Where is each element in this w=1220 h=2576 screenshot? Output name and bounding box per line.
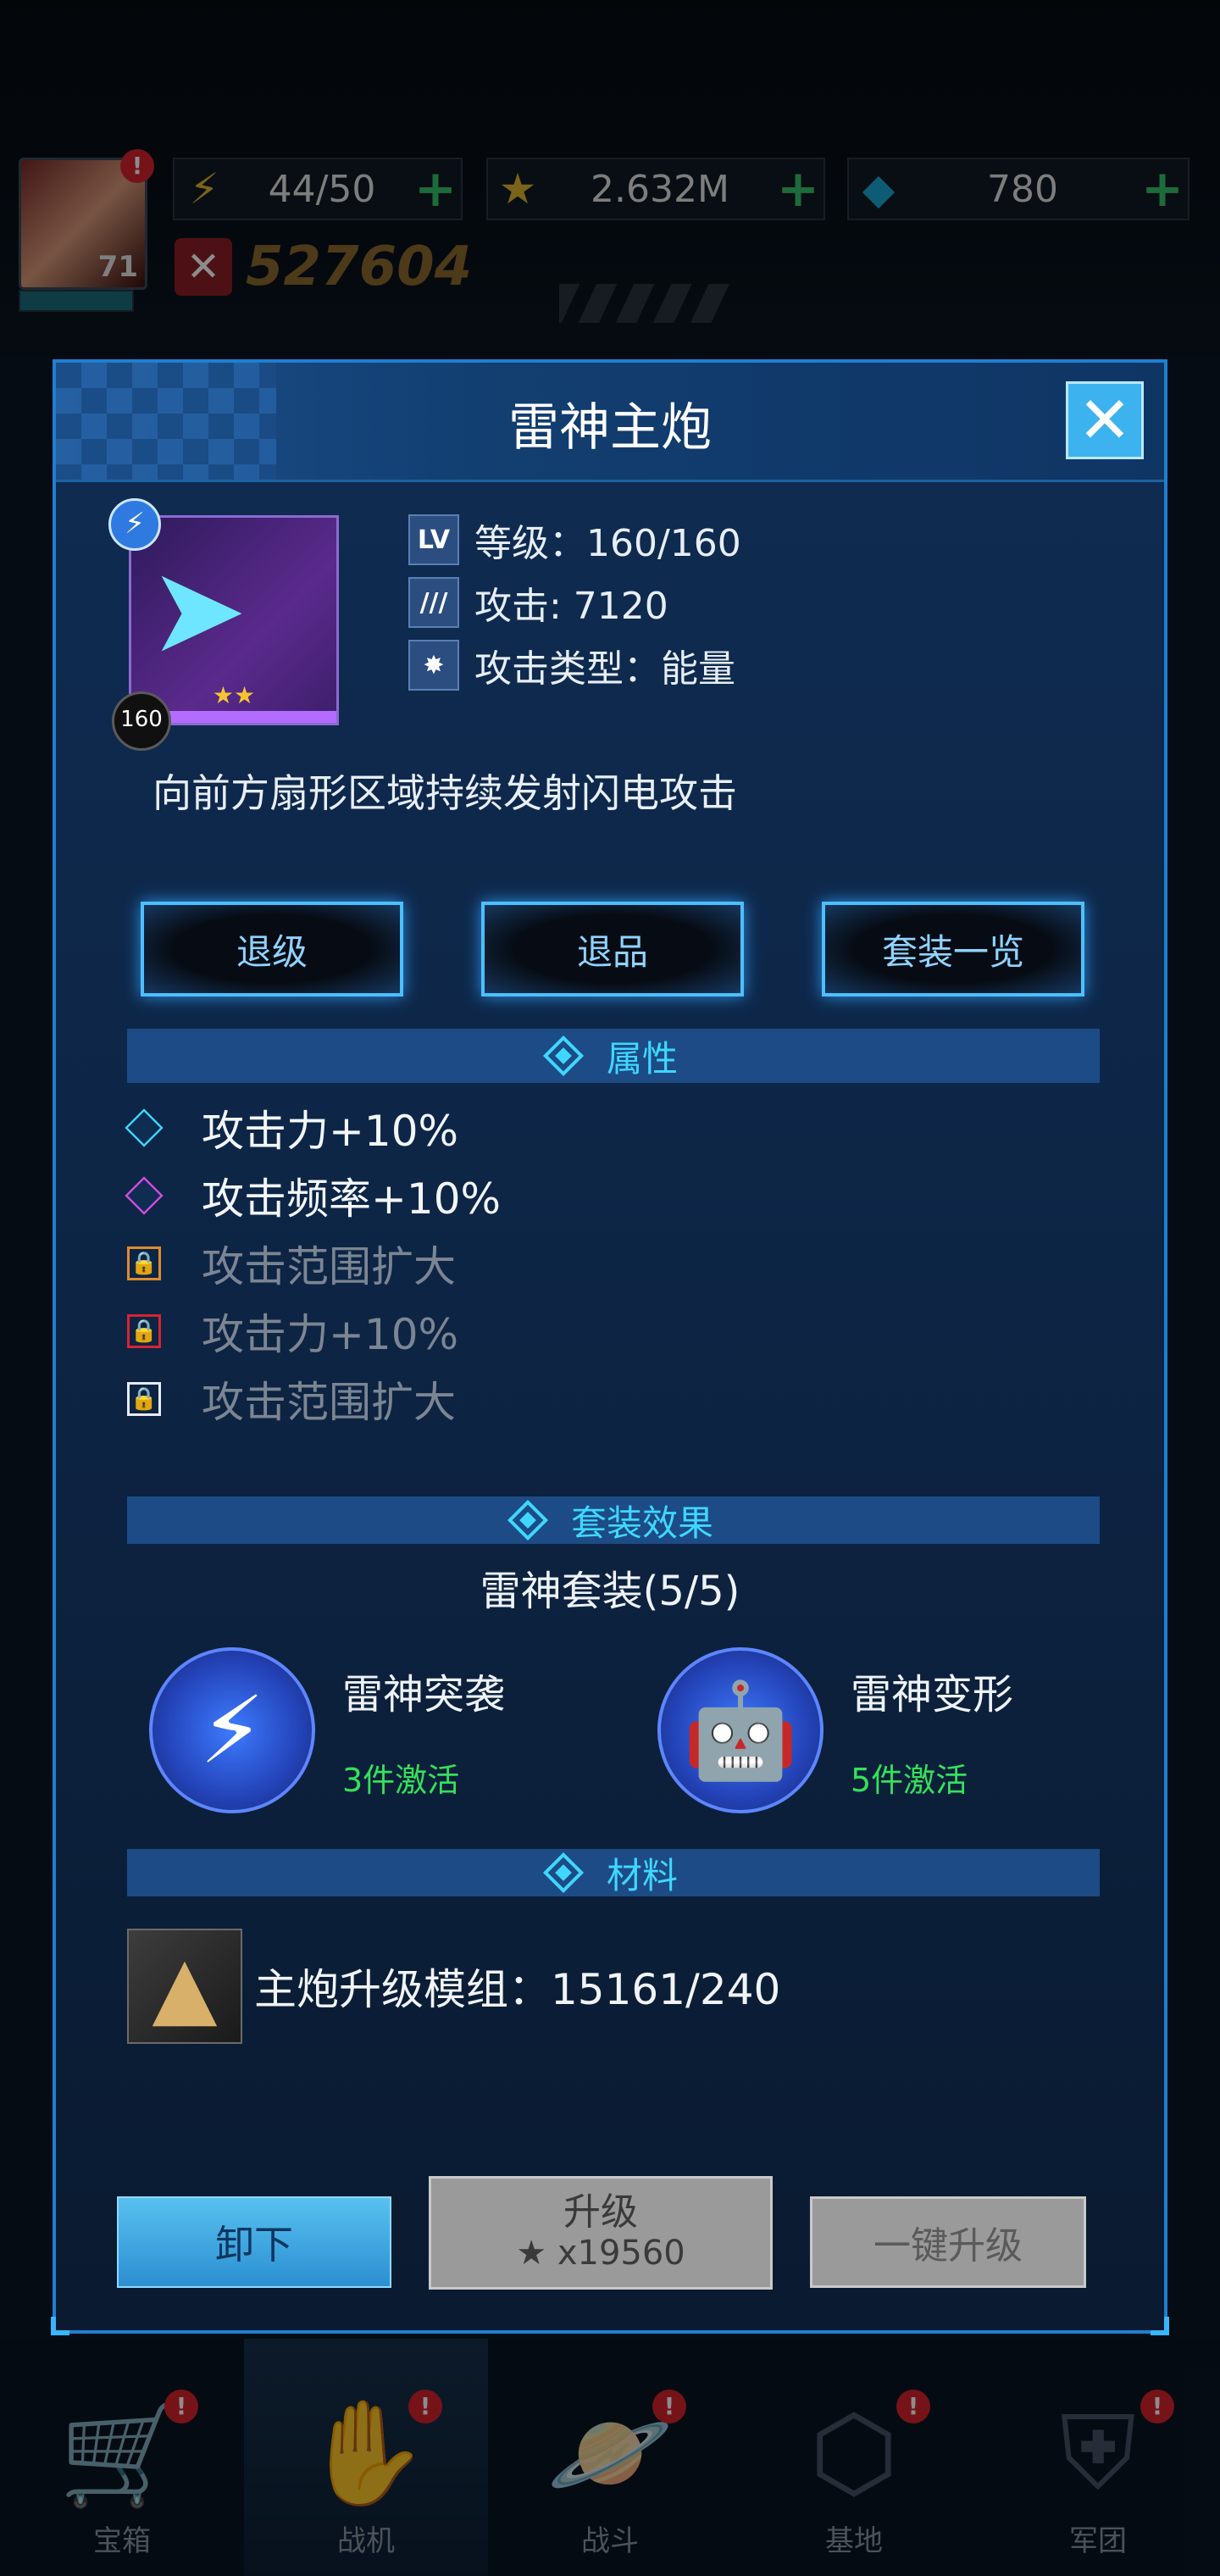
downrank-button[interactable]: 退品: [481, 902, 744, 997]
close-icon: ✕: [1078, 382, 1132, 458]
attribute-text: 攻击力+10%: [202, 1107, 459, 1156]
attribute-row: 攻击频率+10%: [125, 1166, 502, 1225]
thunder-transform-emblem-icon: 🤖: [657, 1647, 824, 1813]
upgrade-button[interactable]: 升级 ★ x19560: [429, 2176, 773, 2290]
upgrade-label: 升级: [563, 2190, 638, 2234]
section-title: 材料: [606, 1854, 678, 1896]
upgrade-module-icon[interactable]: ▲: [127, 1929, 242, 2044]
diamond-icon: [125, 1108, 164, 1147]
dialog-header: 雷神主炮 ✕: [56, 363, 1164, 482]
lock-icon: 🔒: [127, 1314, 161, 1348]
set-name: 雷神套装(5/5): [480, 1568, 740, 1615]
stat-attack: /// 攻击: 7120: [408, 576, 668, 629]
section-title: 套装效果: [570, 1502, 713, 1544]
attribute-row: 🔒 攻击力+10%: [127, 1302, 458, 1361]
energy-type-icon: ✸: [408, 640, 459, 691]
unequip-button[interactable]: 卸下: [117, 2196, 391, 2288]
set-effect-section-header: 套装效果: [127, 1496, 1100, 1544]
attribute-text: 攻击范围扩大: [202, 1378, 456, 1427]
lock-icon: 🔒: [127, 1246, 161, 1280]
section-diamond-icon: [507, 1499, 549, 1541]
attack-text: 攻击: 7120: [474, 585, 668, 628]
section-diamond-icon: [542, 1035, 585, 1077]
section-title: 属性: [606, 1037, 678, 1080]
attribute-text: 攻击范围扩大: [202, 1242, 456, 1291]
attack-claw-icon: ///: [408, 577, 459, 628]
attribute-row: 🔒 攻击范围扩大: [127, 1369, 456, 1429]
stat-attack-type: ✸ 攻击类型：能量: [408, 639, 735, 691]
lightning-element-icon: ⚡: [108, 498, 161, 551]
attribute-row: 🔒 攻击范围扩大: [127, 1234, 456, 1293]
lock-icon: 🔒: [127, 1382, 161, 1416]
equipment-icon: ➤ ★★: [129, 515, 339, 725]
thunder-cannon-icon: ➤: [148, 541, 248, 680]
diamond-icon: [125, 1176, 164, 1215]
close-button[interactable]: ✕: [1066, 381, 1144, 459]
level-text: 等级：160/160: [474, 522, 741, 565]
attribute-text: 攻击频率+10%: [202, 1174, 502, 1224]
set-effect-title: 雷神变形: [851, 1671, 1014, 1718]
material-text: 主炮升级模组：15161/240: [254, 1965, 781, 2014]
attribute-text: 攻击力+10%: [202, 1310, 459, 1359]
item-level-badge: 160: [112, 691, 171, 751]
dialog-title: 雷神主炮: [508, 398, 712, 458]
attribute-row: 攻击力+10%: [125, 1098, 459, 1158]
thunder-assault-emblem-icon: ⚡: [149, 1647, 315, 1813]
level-icon: LV: [408, 514, 459, 565]
section-diamond-icon: [542, 1852, 585, 1894]
attributes-section-header: 属性: [127, 1029, 1100, 1083]
set-effect-requirement: 3件激活: [342, 1762, 460, 1799]
materials-section-header: 材料: [127, 1849, 1100, 1896]
one-click-upgrade-button[interactable]: 一键升级: [810, 2196, 1086, 2288]
attack-type-text: 攻击类型：能量: [474, 647, 735, 691]
upgrade-cost: ★ x19560: [516, 2234, 685, 2273]
set-effect-title: 雷神突袭: [342, 1671, 506, 1718]
downgrade-button[interactable]: 退级: [141, 902, 403, 997]
set-effect-requirement: 5件激活: [851, 1762, 968, 1799]
equipment-detail-dialog: 雷神主炮 ✕ ➤ ★★ ⚡ 160 LV 等级：160/160 /// 攻击: …: [51, 359, 1169, 2335]
stat-level: LV 等级：160/160: [408, 514, 741, 566]
item-description: 向前方扇形区域持续发射闪电攻击: [152, 770, 737, 816]
set-overview-button[interactable]: 套装一览: [822, 902, 1084, 997]
